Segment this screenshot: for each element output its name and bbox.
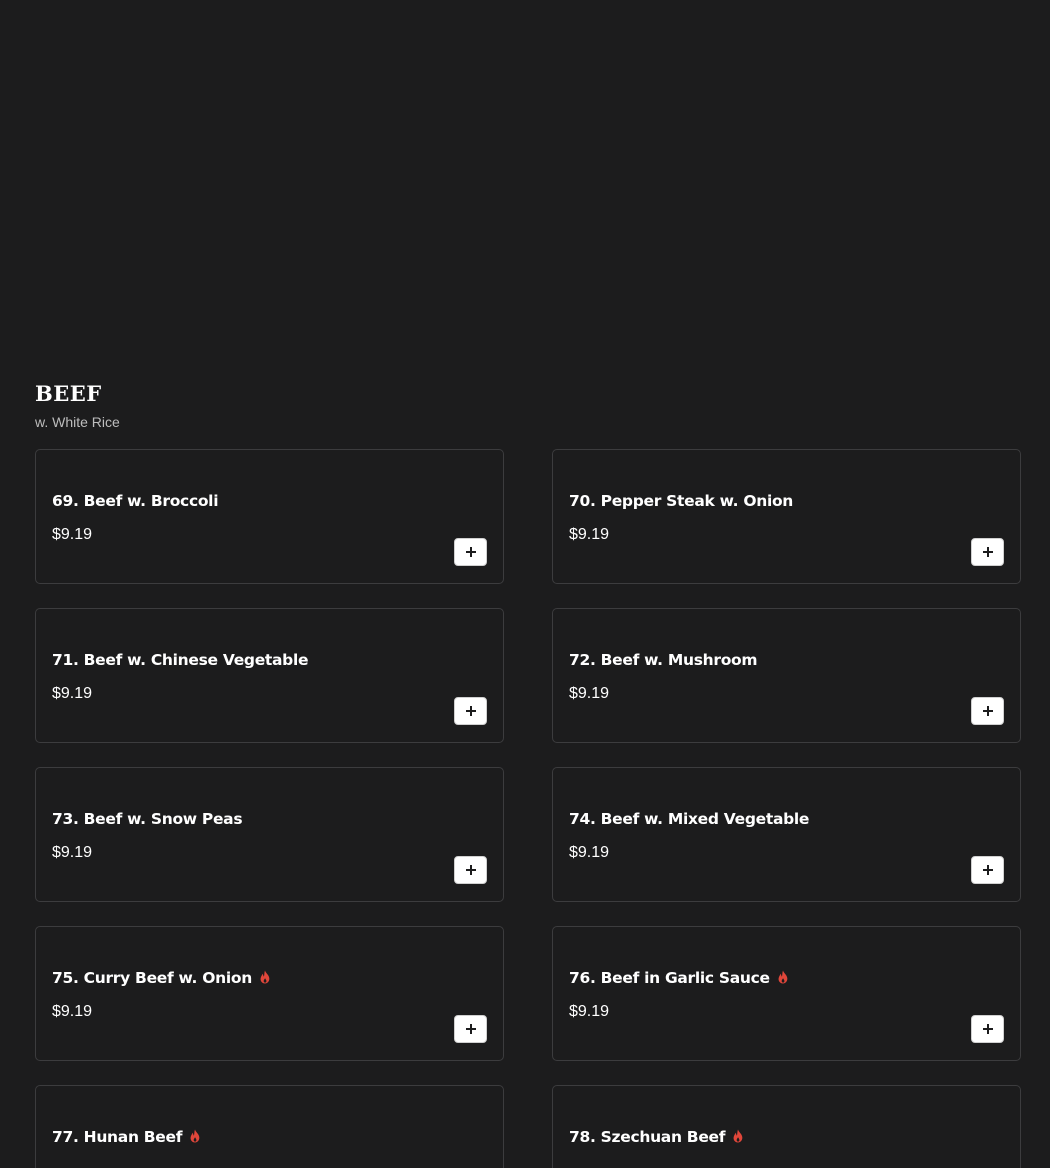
menu-item-name: 70. Pepper Steak w. Onion <box>569 492 794 510</box>
plus-icon <box>982 706 993 716</box>
plus-icon <box>982 547 993 557</box>
menu-item-price: $9.19 <box>52 844 93 861</box>
menu-item-name: 73. Beef w. Snow Peas <box>52 810 243 828</box>
menu-page: BEEF w. White Rice 69. Beef w. Broccoli … <box>0 0 1050 1168</box>
add-to-cart-button[interactable] <box>971 538 1004 566</box>
add-to-cart-button[interactable] <box>454 1015 487 1043</box>
plus-icon <box>465 547 476 557</box>
flame-icon <box>778 970 788 984</box>
menu-item-name: 74. Beef w. Mixed Vegetable <box>569 810 810 828</box>
menu-item-price: $9.19 <box>52 526 93 543</box>
menu-item-grid: 69. Beef w. Broccoli $9.19 70. Pepper St… <box>35 449 1021 1168</box>
menu-item-name: 77. Hunan Beef <box>52 1127 201 1147</box>
flame-icon <box>733 1129 743 1143</box>
menu-item-card[interactable]: 70. Pepper Steak w. Onion $9.19 <box>552 449 1021 584</box>
add-to-cart-button[interactable] <box>454 538 487 566</box>
menu-item-name: 72. Beef w. Mushroom <box>569 651 758 669</box>
menu-item-name: 75. Curry Beef w. Onion <box>52 968 271 988</box>
menu-item-name: 69. Beef w. Broccoli <box>52 492 219 510</box>
menu-item-card[interactable]: 75. Curry Beef w. Onion $9.19 <box>35 926 504 1061</box>
menu-item-name: 78. Szechuan Beef <box>569 1127 744 1147</box>
menu-item-name: 76. Beef in Garlic Sauce <box>569 968 789 988</box>
add-to-cart-button[interactable] <box>454 856 487 884</box>
add-to-cart-button[interactable] <box>971 856 1004 884</box>
plus-icon <box>465 1024 476 1034</box>
menu-item-card[interactable]: 77. Hunan Beef <box>35 1085 504 1168</box>
menu-item-card[interactable]: 76. Beef in Garlic Sauce $9.19 <box>552 926 1021 1061</box>
menu-item-card[interactable]: 73. Beef w. Snow Peas $9.19 <box>35 767 504 902</box>
menu-item-card[interactable]: 74. Beef w. Mixed Vegetable $9.19 <box>552 767 1021 902</box>
flame-icon <box>190 1129 200 1143</box>
section-header: BEEF w. White Rice <box>35 380 120 429</box>
menu-item-name: 71. Beef w. Chinese Vegetable <box>52 651 309 669</box>
section-title: BEEF <box>35 381 102 406</box>
plus-icon <box>465 706 476 716</box>
menu-item-price: $9.19 <box>52 1003 93 1020</box>
menu-item-price: $9.19 <box>569 844 610 861</box>
plus-icon <box>465 865 476 875</box>
menu-item-card[interactable]: 69. Beef w. Broccoli $9.19 <box>35 449 504 584</box>
flame-icon <box>260 970 270 984</box>
menu-item-card[interactable]: 78. Szechuan Beef <box>552 1085 1021 1168</box>
menu-item-price: $9.19 <box>569 526 610 543</box>
section-subtitle: w. White Rice <box>35 414 120 430</box>
menu-item-card[interactable]: 72. Beef w. Mushroom $9.19 <box>552 608 1021 743</box>
add-to-cart-button[interactable] <box>454 697 487 725</box>
plus-icon <box>982 1024 993 1034</box>
add-to-cart-button[interactable] <box>971 1015 1004 1043</box>
menu-item-price: $9.19 <box>569 685 610 702</box>
add-to-cart-button[interactable] <box>971 697 1004 725</box>
menu-item-price: $9.19 <box>52 685 93 702</box>
menu-item-price: $9.19 <box>569 1003 610 1020</box>
menu-item-card[interactable]: 71. Beef w. Chinese Vegetable $9.19 <box>35 608 504 743</box>
plus-icon <box>982 865 993 875</box>
